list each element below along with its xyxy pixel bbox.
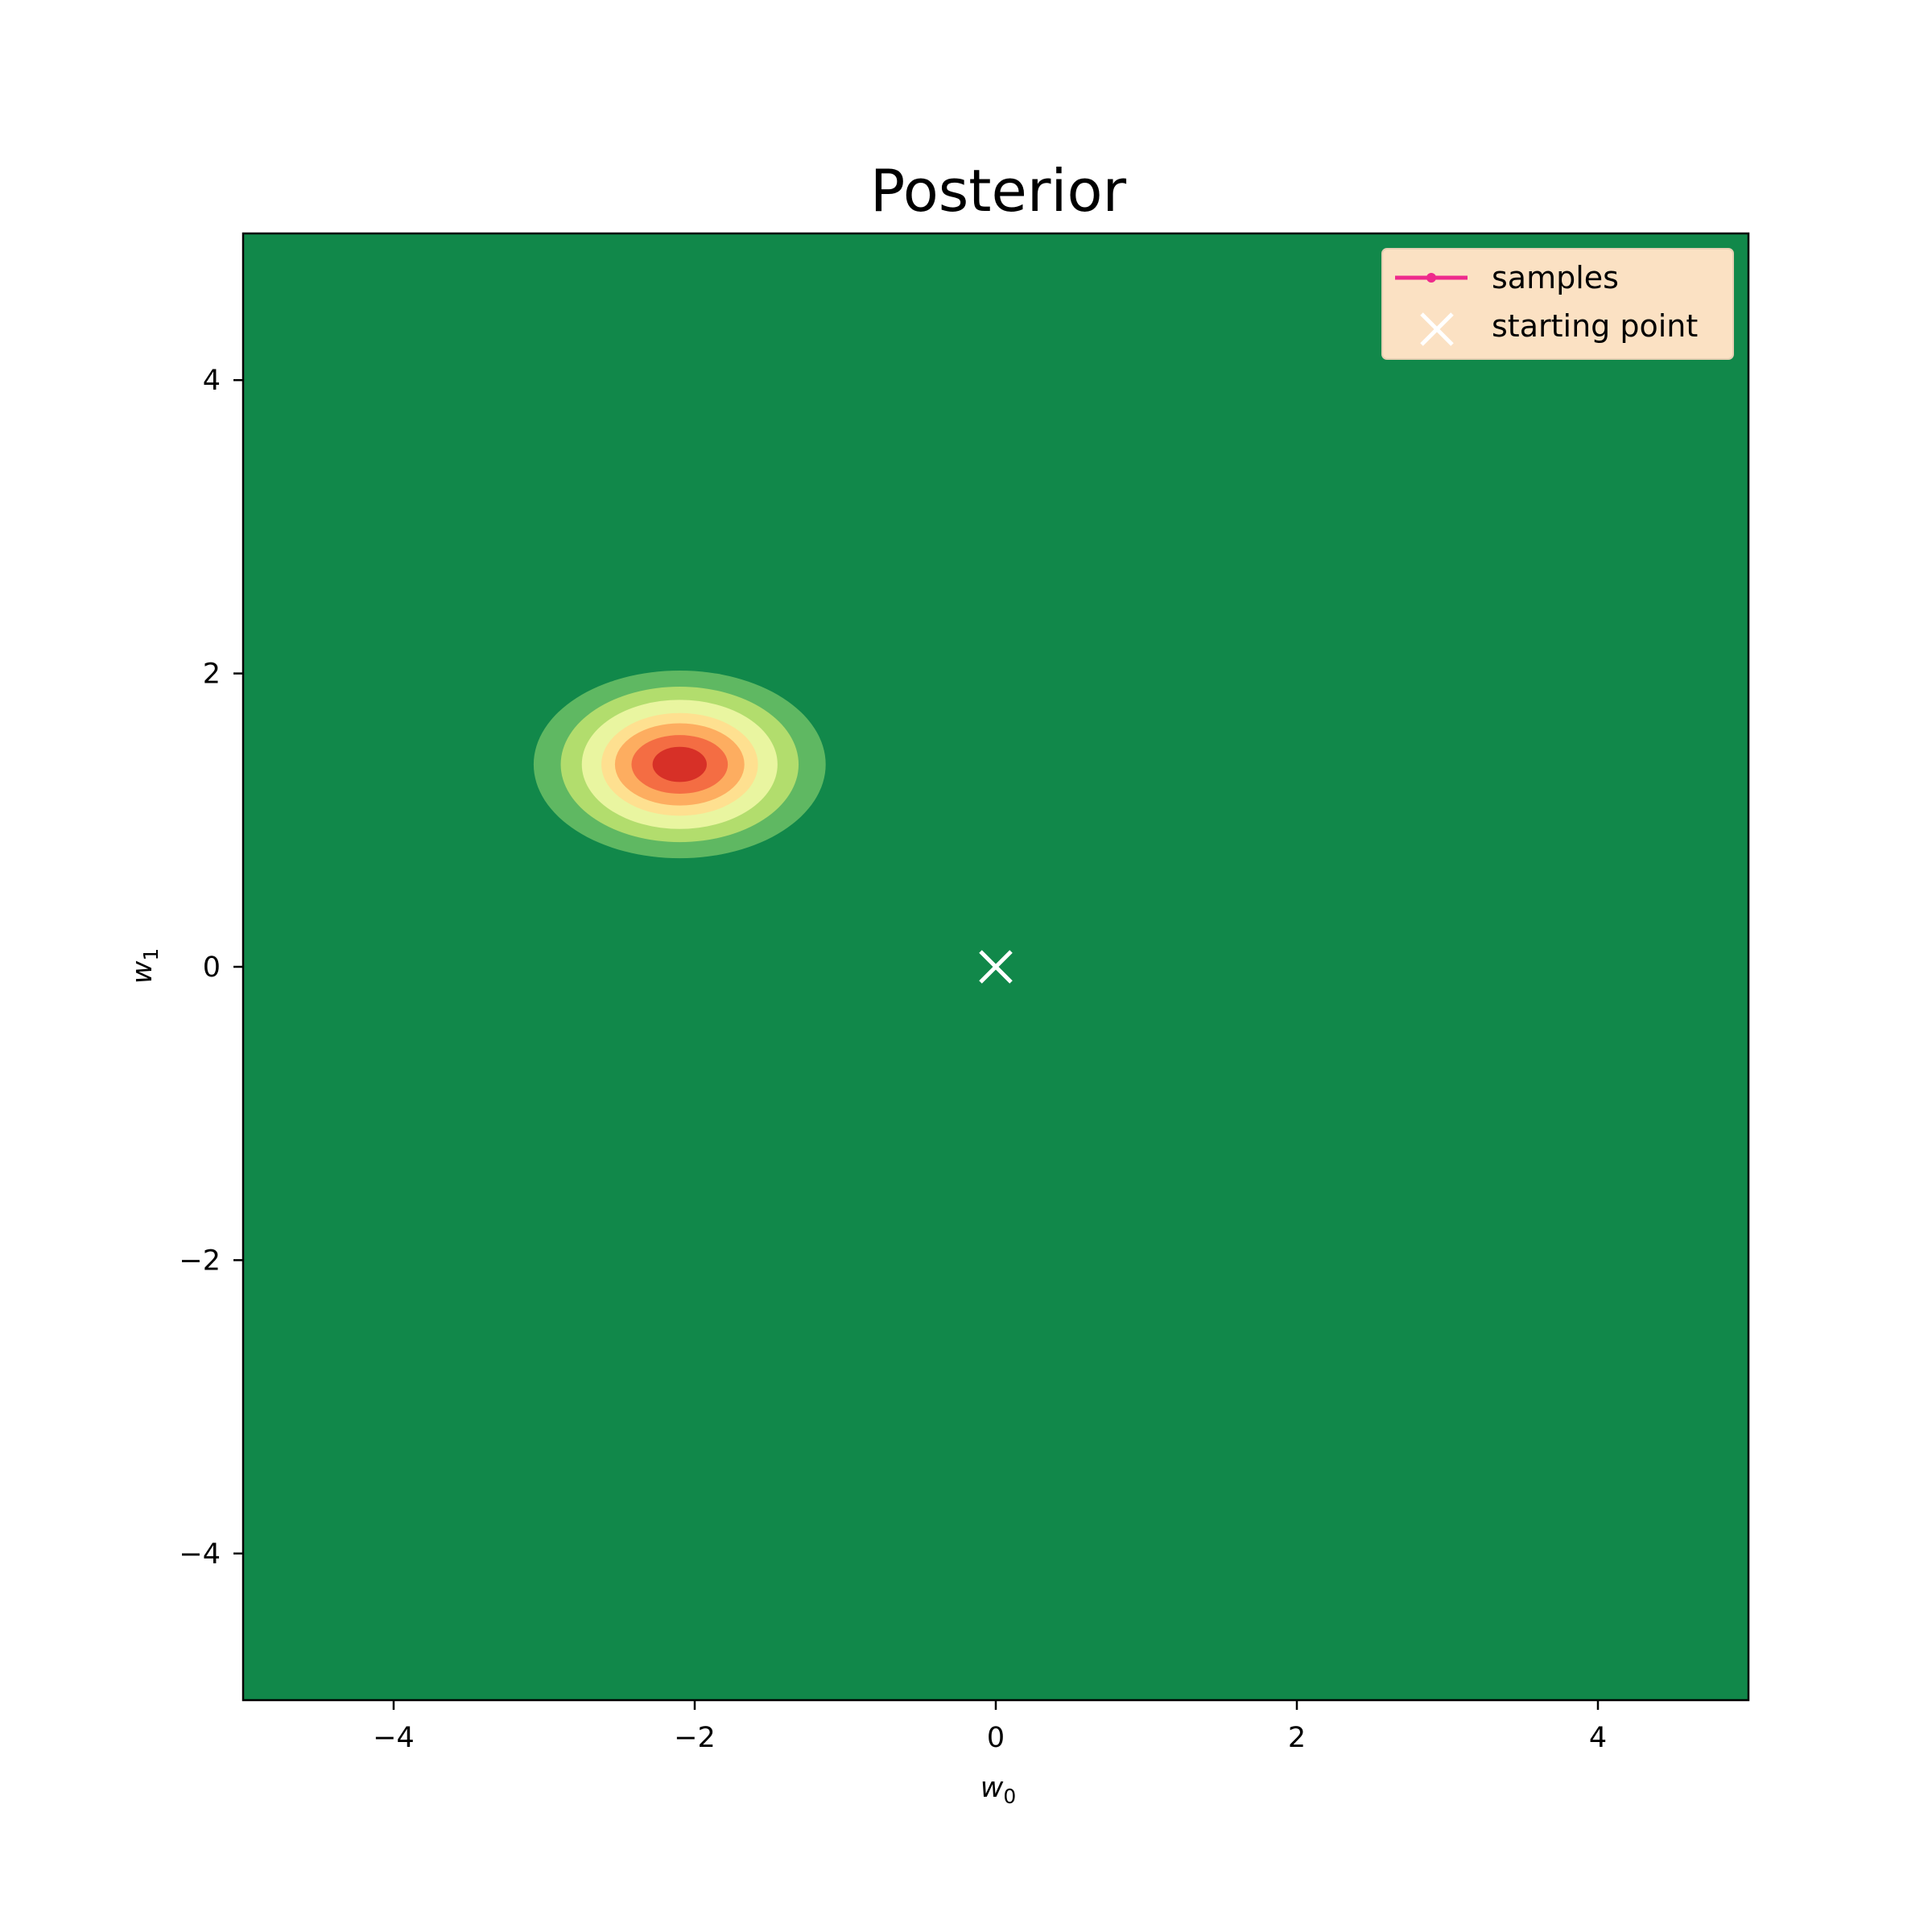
y-axis-label-base: w <box>126 960 159 984</box>
chart-title: Posterior <box>870 157 1127 225</box>
legend-label-starting-point: starting point <box>1492 308 1698 344</box>
y-tick-label: −4 <box>179 1538 221 1571</box>
posterior-figure: Posterior −4 −2 0 2 4 −4−2024 w0 w1 samples … <box>0 0 1932 1932</box>
y-tick-label: 4 <box>203 365 221 397</box>
x-axis-label-base: w <box>980 1772 1004 1804</box>
x-axis-label-sub: 0 <box>1003 1785 1016 1808</box>
legend: samples starting point <box>1381 248 1734 360</box>
y-tick-label: −2 <box>179 1245 221 1277</box>
y-tick-label: 2 <box>203 658 221 691</box>
x-tick-label: 4 <box>1589 1722 1607 1754</box>
x-tick-label: 2 <box>1288 1722 1306 1754</box>
y-axis-label-sub: 1 <box>139 948 163 961</box>
posterior-contours <box>533 670 826 859</box>
legend-samples-dot <box>1426 273 1436 283</box>
plot-area <box>242 232 1750 1702</box>
contour-level-7 <box>652 746 707 782</box>
y-tick-label: 0 <box>203 952 221 984</box>
x-tick-label: −2 <box>674 1722 716 1754</box>
x-tick-label: −4 <box>373 1722 415 1754</box>
legend-label-samples: samples <box>1492 260 1619 295</box>
x-tick-label: 0 <box>987 1722 1005 1754</box>
